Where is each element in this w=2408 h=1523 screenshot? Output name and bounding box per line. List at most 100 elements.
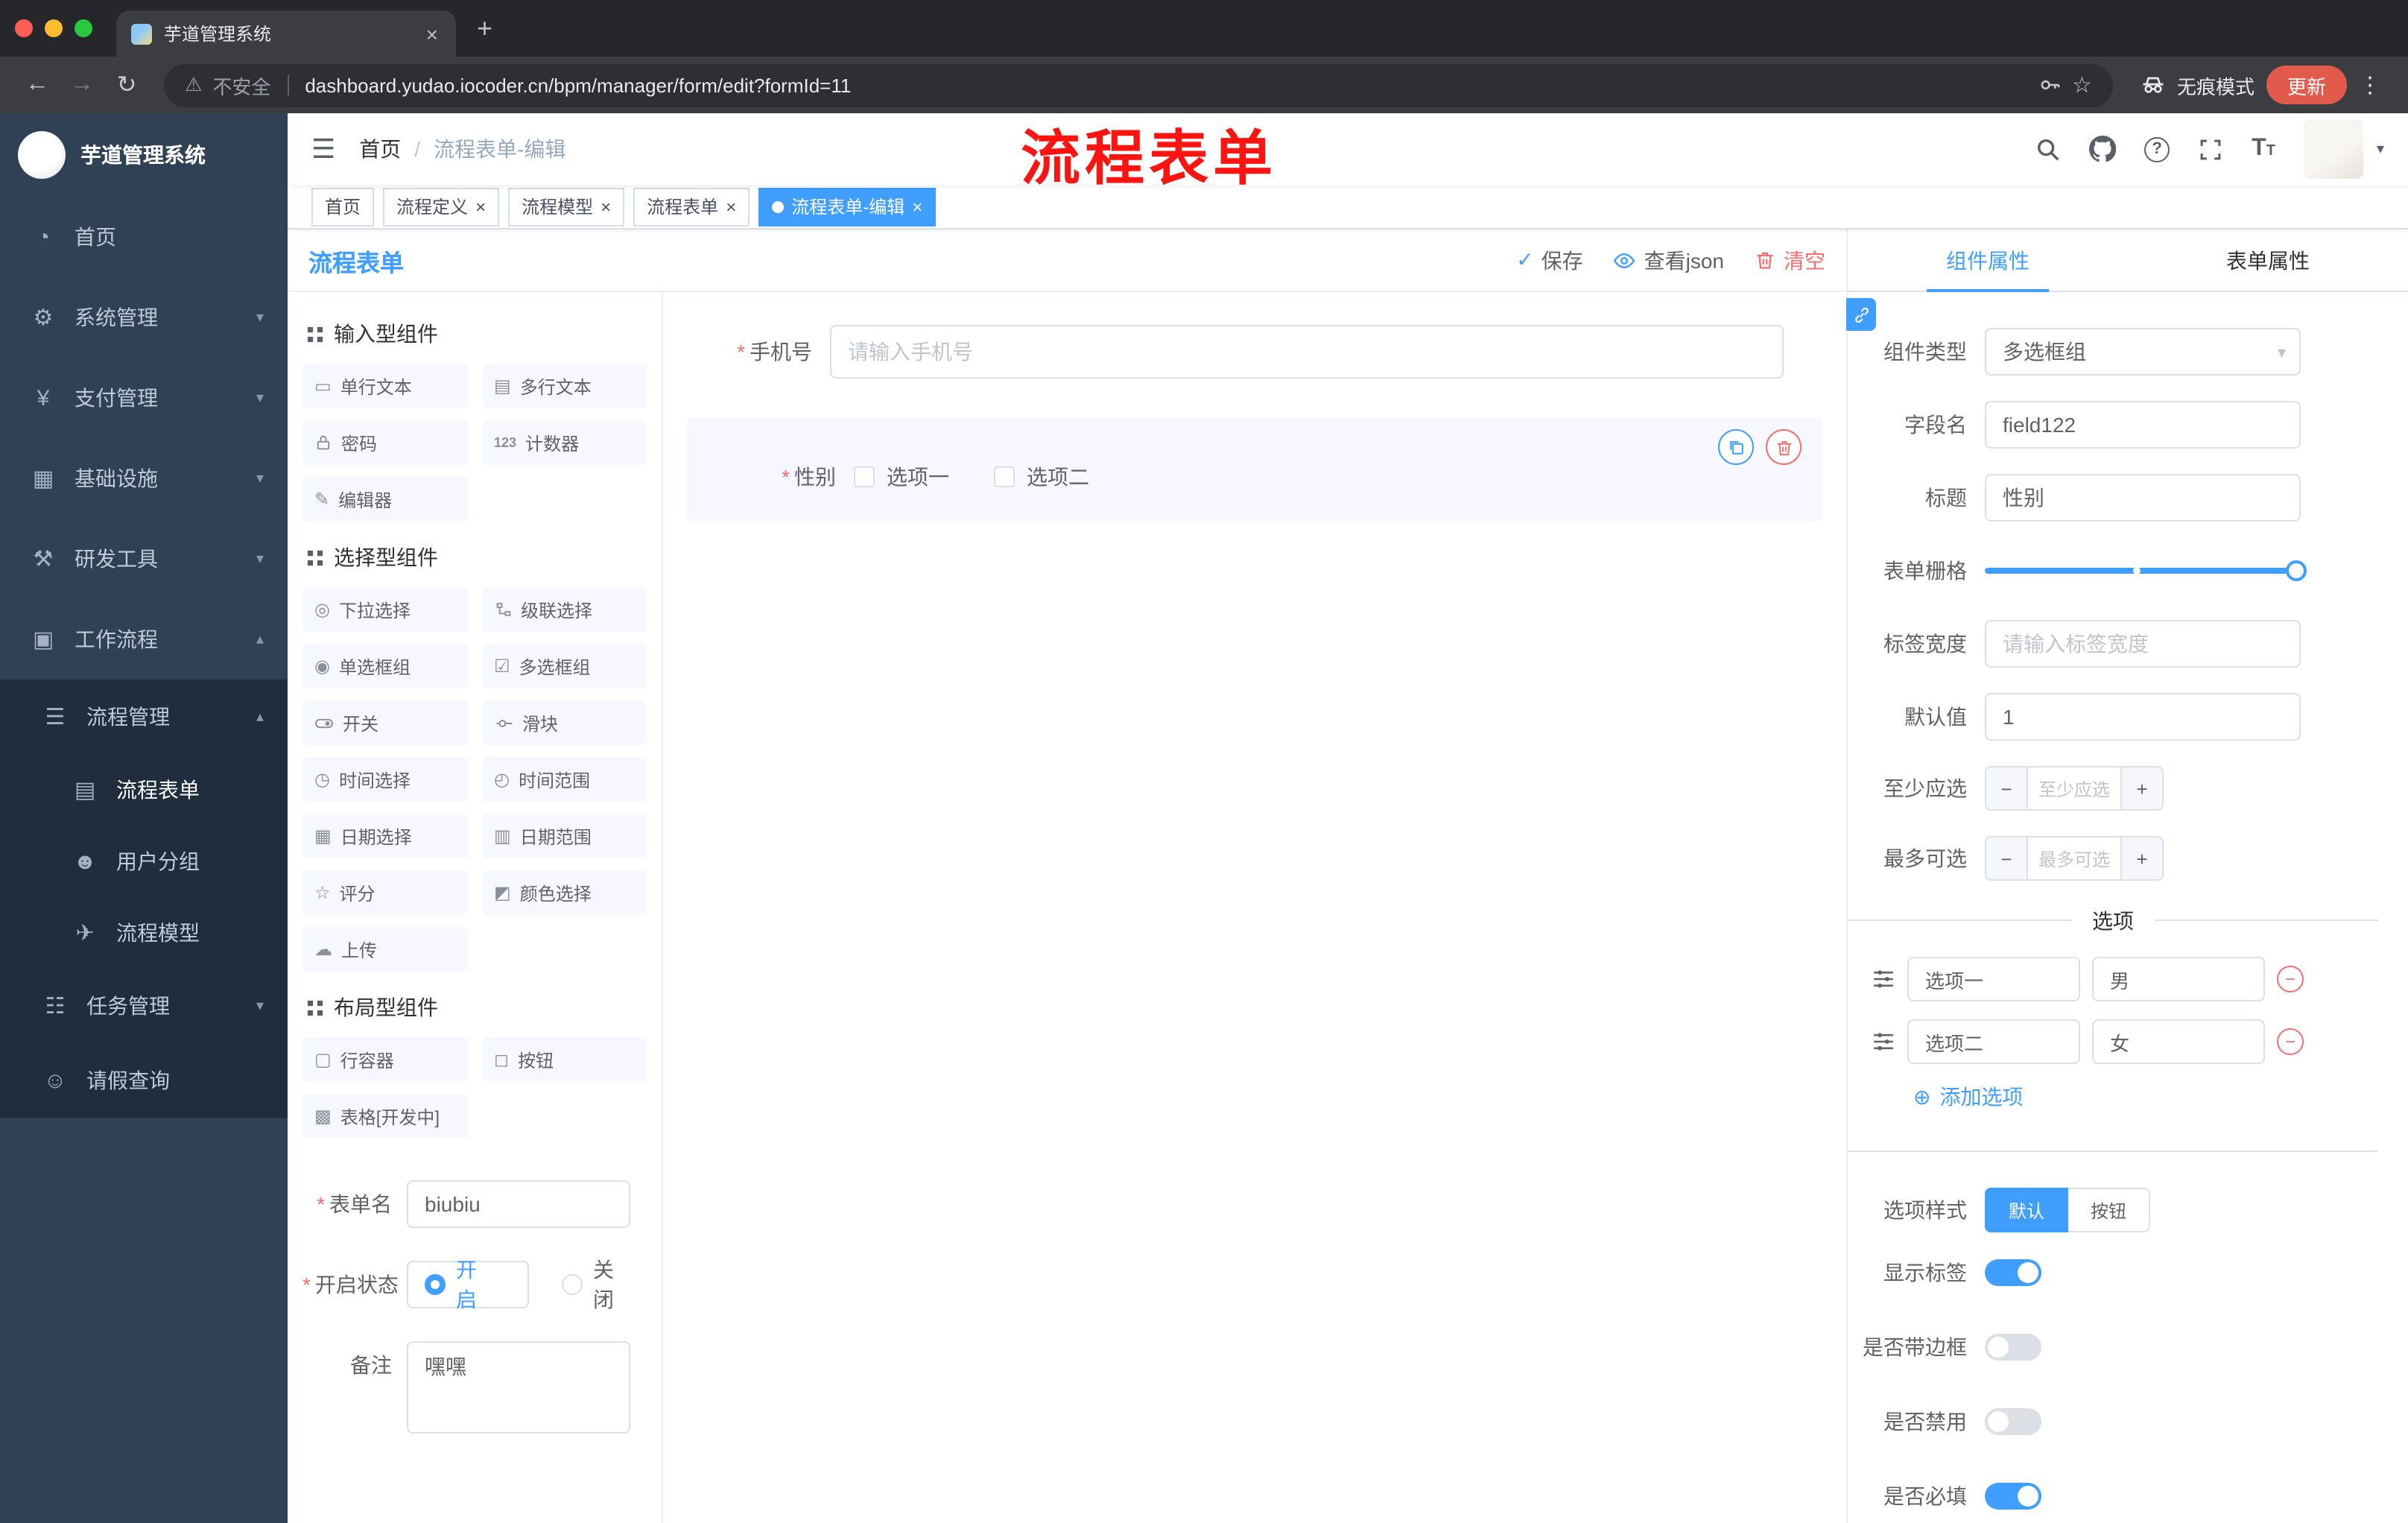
back-button[interactable]: ← (15, 72, 60, 98)
form-remark-textarea[interactable]: 嘿嘿 (407, 1341, 630, 1434)
field-name-input[interactable] (1985, 401, 2301, 449)
form-grid-slider[interactable] (1985, 547, 2307, 595)
chip-multi-line-text[interactable]: ▤ 多行文本 (482, 364, 647, 408)
chip-upload[interactable]: ☁ 上传 (302, 927, 467, 972)
bookmark-star-icon[interactable]: ☆ (2072, 72, 2092, 98)
drag-handle-icon[interactable] (1872, 1030, 1895, 1054)
remove-option-button[interactable]: − (2277, 966, 2304, 992)
sidebar-item-process-form[interactable]: ▤ 流程表单 (0, 754, 288, 826)
label-width-input[interactable] (1985, 620, 2301, 668)
sidebar-item-user-group[interactable]: ☻ 用户分组 (0, 826, 288, 897)
hamburger-icon[interactable]: ☰ (311, 133, 335, 165)
sidebar-item-workflow[interactable]: ▣ 工作流程 ▴ (0, 599, 288, 680)
update-button[interactable]: 更新 (2266, 66, 2347, 104)
new-tab-button[interactable]: + (477, 13, 492, 44)
gender-option2-checkbox[interactable]: 选项二 (994, 462, 1089, 492)
sidebar-item-payment-management[interactable]: ¥ 支付管理 ▾ (0, 358, 288, 438)
chip-row-container[interactable]: ▢ 行容器 (302, 1037, 467, 1082)
chip-slider[interactable]: 滑块 (482, 700, 647, 745)
chip-counter[interactable]: 123 计数器 (482, 420, 647, 465)
chip-password[interactable]: 密码 (302, 420, 467, 465)
copy-field-button[interactable] (1718, 429, 1754, 465)
chip-single-line-text[interactable]: ▭ 单行文本 (302, 364, 467, 408)
avatar[interactable] (2303, 119, 2363, 179)
show-label-toggle[interactable] (1985, 1259, 2041, 1286)
decrease-button[interactable]: − (1986, 838, 2028, 879)
tag-close-icon[interactable]: × (726, 196, 736, 217)
chip-switch[interactable]: 开关 (302, 700, 467, 745)
delete-field-button[interactable] (1766, 429, 1802, 465)
gender-field-block[interactable]: * 性别 选项一 选项二 (687, 417, 1822, 522)
sidebar-item-process-management[interactable]: ☰ 流程管理 ▴ (0, 680, 288, 754)
browser-menu-icon[interactable]: ⋮ (2347, 72, 2393, 98)
phone-input[interactable] (830, 325, 1784, 379)
gender-option1-checkbox[interactable]: 选项一 (854, 462, 949, 492)
github-icon[interactable] (2089, 136, 2117, 162)
text-size-icon[interactable]: TT (2252, 136, 2275, 162)
option-value-input[interactable] (2092, 1019, 2265, 1064)
sidebar-item-home[interactable]: ◔ 首页 (0, 197, 288, 277)
breadcrumb-home[interactable]: 首页 (359, 134, 401, 164)
option-value-input[interactable] (2092, 957, 2265, 1001)
phone-field-row[interactable]: * 手机号 (687, 325, 1822, 379)
fullscreen-icon[interactable] (2198, 136, 2223, 162)
sidebar-item-process-model[interactable]: ✈ 流程模型 (0, 897, 288, 969)
drag-handle-icon[interactable] (1872, 967, 1895, 991)
link-button[interactable] (1846, 298, 1876, 331)
chip-checkbox-group[interactable]: ☑ 多选框组 (482, 644, 647, 688)
chip-cascader[interactable]: 级联选择 (482, 587, 647, 632)
help-icon[interactable]: ? (2144, 136, 2170, 162)
chip-select[interactable]: ◎ 下拉选择 (302, 587, 467, 632)
chip-time-picker[interactable]: ◷ 时间选择 (302, 757, 467, 802)
option-label-input[interactable] (1907, 957, 2080, 1001)
tag-process-definition[interactable]: 流程定义 × (383, 187, 500, 226)
key-icon[interactable] (2038, 73, 2062, 97)
default-value-input[interactable] (1985, 693, 2301, 741)
minimize-window-button[interactable] (45, 19, 63, 37)
disabled-toggle[interactable] (1985, 1408, 2041, 1435)
increase-button[interactable]: + (2120, 838, 2162, 879)
sidebar-item-infrastructure[interactable]: ▦ 基础设施 ▾ (0, 438, 288, 519)
search-icon[interactable] (2035, 136, 2061, 162)
sidebar-item-task-management[interactable]: ☷ 任务管理 ▾ (0, 969, 288, 1043)
chip-button[interactable]: ◻ 按钮 (482, 1037, 647, 1082)
chip-time-range[interactable]: ◴ 时间范围 (482, 757, 647, 802)
increase-button[interactable]: + (2120, 767, 2162, 809)
sidebar-item-system-management[interactable]: ⚙ 系统管理 ▾ (0, 277, 288, 358)
tag-process-model[interactable]: 流程模型 × (508, 187, 625, 226)
chip-date-picker[interactable]: ▦ 日期选择 (302, 814, 467, 858)
required-toggle[interactable] (1985, 1483, 2041, 1510)
decrease-button[interactable]: − (1986, 767, 2028, 809)
component-type-select[interactable]: 多选框组 ▾ (1985, 328, 2301, 376)
tag-process-form-edit[interactable]: 流程表单-编辑 × (758, 187, 937, 226)
sidebar-item-leave-query[interactable]: ☺ 请假查询 (0, 1043, 288, 1118)
add-option-button[interactable]: ⊕ 添加选项 (1872, 1082, 2378, 1112)
title-input[interactable] (1985, 474, 2301, 522)
style-default-button[interactable]: 默认 (1985, 1188, 2069, 1232)
chip-editor[interactable]: ✎ 编辑器 (302, 477, 467, 522)
border-toggle[interactable] (1985, 1334, 2041, 1361)
min-select-value[interactable]: 至少应选 (2028, 767, 2120, 809)
address-bar[interactable]: ⚠ 不安全 dashboard.yudao.iocoder.cn/bpm/man… (164, 63, 2113, 107)
sidebar-item-dev-tools[interactable]: ⚒ 研发工具 ▾ (0, 519, 288, 599)
tag-close-icon[interactable]: × (601, 196, 611, 217)
tab-form-props[interactable]: 表单属性 (2128, 229, 2408, 291)
tag-process-form[interactable]: 流程表单 × (633, 187, 750, 226)
chip-date-range[interactable]: ▥ 日期范围 (482, 814, 647, 858)
reload-button[interactable]: ↻ (104, 70, 149, 100)
view-json-button[interactable]: 查看json (1613, 245, 1724, 275)
chip-table[interactable]: ▩ 表格[开发中] (302, 1094, 467, 1139)
close-window-button[interactable] (15, 19, 33, 37)
status-on-radio[interactable]: 开启 (407, 1258, 529, 1311)
chip-color-picker[interactable]: ◩ 颜色选择 (482, 870, 647, 915)
save-button[interactable]: ✓ 保存 (1516, 245, 1582, 275)
tab-close-icon[interactable]: × (423, 22, 441, 45)
remove-option-button[interactable]: − (2277, 1028, 2304, 1055)
option-label-input[interactable] (1907, 1019, 2080, 1064)
clear-button[interactable]: 清空 (1754, 245, 1825, 275)
form-canvas[interactable]: *手机号 *性别 选项一 选项二 (663, 292, 1846, 1523)
slider-handle[interactable] (2286, 560, 2307, 581)
chip-radio-group[interactable]: ◉ 单选框组 (302, 644, 467, 688)
form-name-input[interactable] (407, 1180, 630, 1228)
tag-close-icon[interactable]: × (475, 196, 486, 217)
